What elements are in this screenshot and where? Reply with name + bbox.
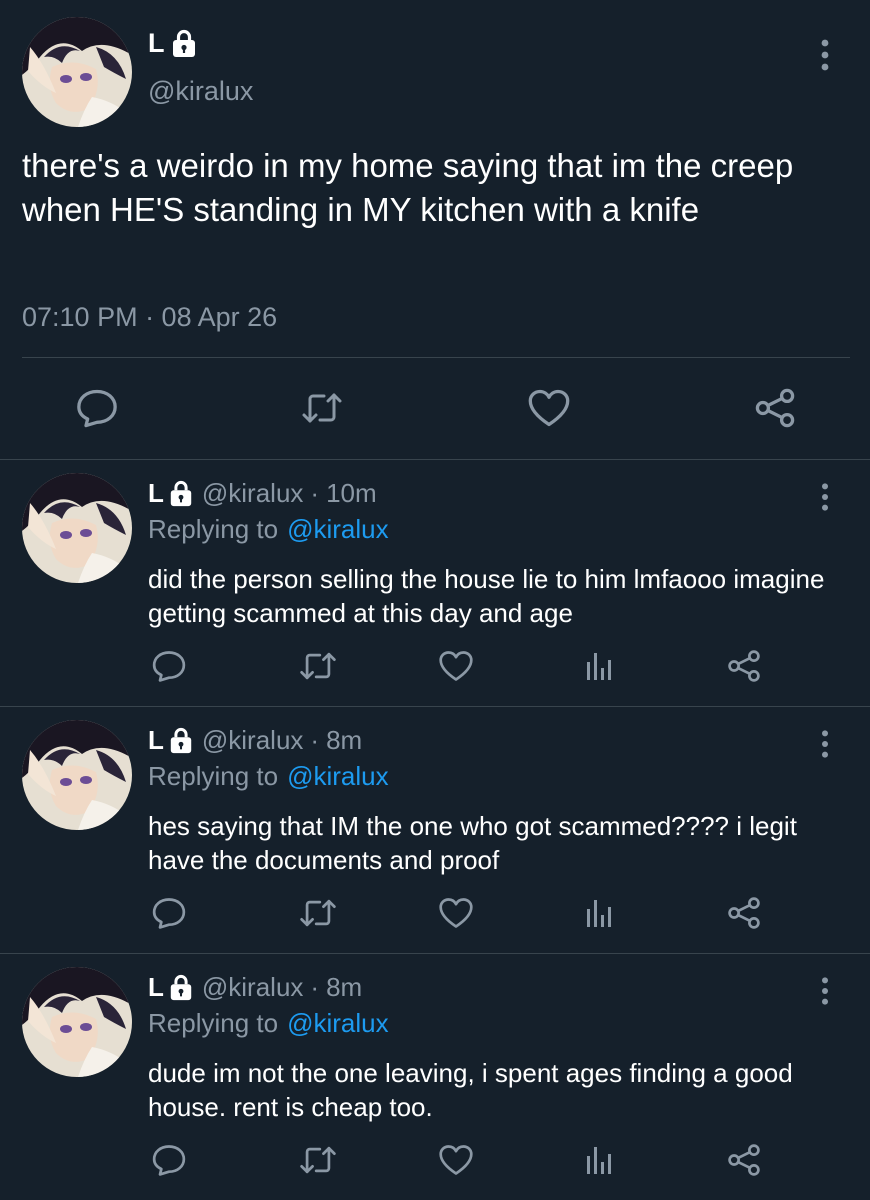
user-handle[interactable]: @kiralux <box>148 76 253 107</box>
share-icon[interactable] <box>726 895 762 931</box>
lock-icon <box>168 480 194 508</box>
like-icon[interactable] <box>438 1142 474 1178</box>
tweet-text: dude im not the one leaving, i spent age… <box>148 1058 793 1122</box>
analytics-icon[interactable] <box>582 1142 618 1178</box>
author-row: L @kiralux · 8m <box>148 972 362 1003</box>
retweet-icon[interactable] <box>298 1142 338 1178</box>
mention-link[interactable]: @kiralux <box>287 1008 389 1038</box>
replying-to: Replying to @kiralux <box>148 1008 389 1039</box>
share-icon[interactable] <box>726 1142 762 1178</box>
author-row: L <box>148 28 198 59</box>
tweet-thread: L @kiralux there's a weirdo in my home s… <box>0 0 870 1200</box>
mention-link[interactable]: @kiralux <box>287 514 389 544</box>
author-row: L @kiralux · 8m <box>148 725 362 756</box>
replying-label: Replying to <box>148 761 279 791</box>
reply-icon[interactable] <box>151 648 187 684</box>
replying-label: Replying to <box>148 514 279 544</box>
main-tweet: L @kiralux there's a weirdo in my home s… <box>0 0 870 460</box>
reply-tweet: L @kiralux · 8m Replying to @kiralux hes … <box>0 707 870 954</box>
replying-label: Replying to <box>148 1008 279 1038</box>
more-icon[interactable] <box>816 729 834 759</box>
display-name[interactable]: L <box>148 972 164 1003</box>
more-icon[interactable] <box>816 976 834 1006</box>
analytics-icon[interactable] <box>582 895 618 931</box>
user-handle[interactable]: @kiralux <box>202 972 304 1003</box>
mention-link[interactable]: @kiralux <box>287 761 389 791</box>
display-name[interactable]: L <box>148 28 165 59</box>
lock-icon <box>168 727 194 755</box>
separator-dot: · <box>310 972 320 1002</box>
tweet-text: did the person selling the house lie to … <box>148 564 825 628</box>
reply-tweet: L @kiralux · 8m Replying to @kiralux dude… <box>0 954 870 1200</box>
user-handle[interactable]: @kiralux <box>202 725 304 756</box>
relative-time[interactable]: 8m <box>326 972 362 1003</box>
analytics-icon[interactable] <box>582 648 618 684</box>
author-row: L @kiralux · 10m <box>148 478 377 509</box>
share-icon[interactable] <box>753 388 797 428</box>
timestamp[interactable]: 07:10 PM · 08 Apr 26 <box>22 302 277 333</box>
more-icon[interactable] <box>816 38 834 72</box>
separator-dot: · <box>310 478 320 508</box>
like-icon[interactable] <box>438 648 474 684</box>
relative-time[interactable]: 8m <box>326 725 362 756</box>
avatar[interactable] <box>22 967 132 1077</box>
avatar[interactable] <box>22 473 132 583</box>
reply-tweet: L @kiralux · 10m Replying to @kiralux did… <box>0 460 870 707</box>
avatar[interactable] <box>22 17 132 127</box>
retweet-icon[interactable] <box>298 895 338 931</box>
like-icon[interactable] <box>527 388 571 428</box>
divider <box>22 357 850 358</box>
replying-to: Replying to @kiralux <box>148 761 389 792</box>
display-name[interactable]: L <box>148 478 164 509</box>
user-handle[interactable]: @kiralux <box>202 478 304 509</box>
reply-icon[interactable] <box>151 895 187 931</box>
tweet-text: there's a weirdo in my home saying that … <box>22 147 794 228</box>
share-icon[interactable] <box>726 648 762 684</box>
like-icon[interactable] <box>438 895 474 931</box>
replying-to: Replying to @kiralux <box>148 514 389 545</box>
more-icon[interactable] <box>816 482 834 512</box>
reply-icon[interactable] <box>151 1142 187 1178</box>
avatar[interactable] <box>22 720 132 830</box>
tweet-text: hes saying that IM the one who got scamm… <box>148 811 797 875</box>
lock-icon <box>168 974 194 1002</box>
retweet-icon[interactable] <box>300 388 344 428</box>
retweet-icon[interactable] <box>298 648 338 684</box>
relative-time[interactable]: 10m <box>326 478 377 509</box>
lock-icon <box>170 29 198 59</box>
display-name[interactable]: L <box>148 725 164 756</box>
reply-icon[interactable] <box>75 388 119 428</box>
separator-dot: · <box>310 725 320 755</box>
